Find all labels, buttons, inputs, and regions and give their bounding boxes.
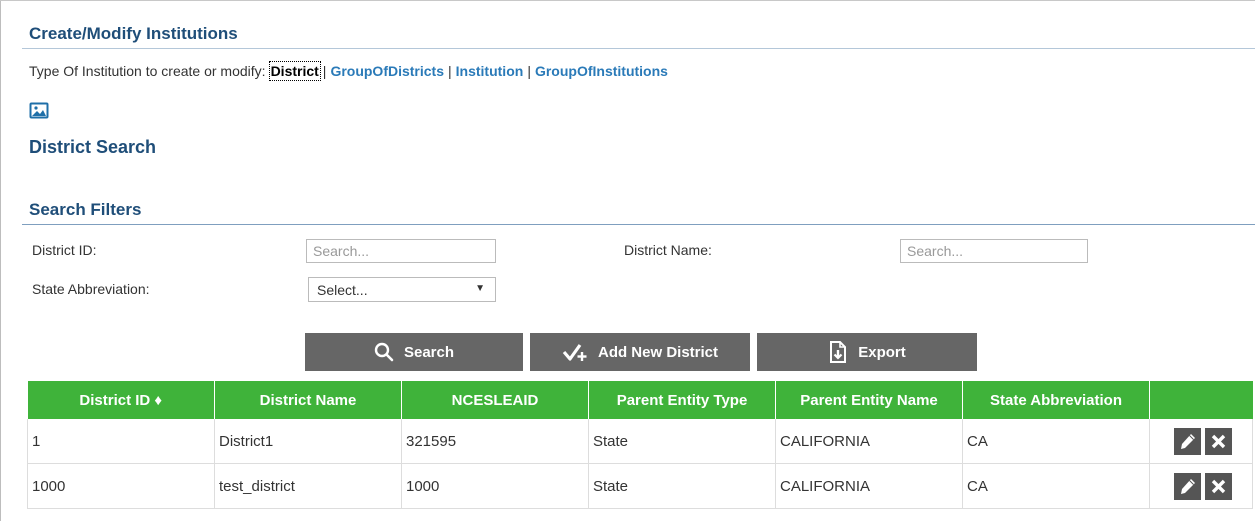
- type-link-groupofinstitutions[interactable]: GroupOfInstitutions: [535, 63, 668, 79]
- delete-button[interactable]: [1205, 427, 1232, 455]
- search-icon: [374, 342, 394, 362]
- page-title: Create/Modify Institutions: [29, 24, 238, 43]
- district-id-input[interactable]: [306, 239, 496, 263]
- table-cell: 1000: [401, 463, 589, 509]
- image-icon: [29, 102, 49, 119]
- chevron-down-icon: ▼: [475, 283, 485, 294]
- table-cell: CALIFORNIA: [775, 419, 963, 464]
- column-header-ncesleaid: NCESLEAID: [401, 381, 589, 419]
- district-name-input[interactable]: [900, 239, 1088, 263]
- column-header-parent-entity-name: Parent Entity Name: [775, 381, 963, 419]
- export-button-label: Export: [858, 343, 906, 361]
- search-button-label: Search: [403, 343, 455, 361]
- table-cell: test_district: [214, 463, 402, 509]
- add-new-district-button[interactable]: Add New District: [530, 333, 750, 371]
- column-header-actions: [1149, 381, 1253, 419]
- column-header-state-abbreviation: State Abbreviation: [962, 381, 1150, 419]
- table-cell: 1: [27, 419, 215, 464]
- type-separator: |: [448, 63, 452, 79]
- district-search-title: District Search: [29, 137, 157, 157]
- title-divider: [22, 48, 1255, 49]
- state-select-value: Select...: [317, 282, 368, 298]
- districts-table: District ID ♦ District Name NCESLEAID Pa…: [27, 381, 1253, 509]
- institution-type-selector: Type Of Institution to create or modify:…: [29, 61, 668, 81]
- search-filters-title: Search Filters: [29, 200, 142, 219]
- row-actions-cell: [1149, 419, 1253, 464]
- edit-button[interactable]: [1174, 427, 1201, 455]
- row-actions: [1154, 427, 1252, 455]
- table-row: 1000 test_district 1000 State CALIFORNIA…: [27, 463, 1253, 509]
- table-row: 1 District1 321595 State CALIFORNIA CA: [27, 419, 1253, 464]
- state-abbreviation-label: State Abbreviation:: [32, 281, 150, 297]
- export-icon: [830, 341, 847, 363]
- column-header-parent-entity-type: Parent Entity Type: [588, 381, 776, 419]
- filters-divider: [22, 224, 1255, 225]
- table-cell: State: [588, 419, 776, 464]
- add-new-district-label: Add New District: [597, 343, 718, 361]
- pencil-icon: [1181, 433, 1195, 449]
- type-link-institution[interactable]: Institution: [456, 63, 524, 79]
- district-name-label: District Name:: [624, 242, 712, 258]
- table-cell: State: [588, 463, 776, 509]
- type-separator: |: [527, 63, 531, 79]
- row-actions: [1154, 472, 1252, 500]
- column-header-district-name: District Name: [214, 381, 402, 419]
- search-button[interactable]: Search: [305, 333, 523, 371]
- table-cell: CALIFORNIA: [775, 463, 963, 509]
- type-link-groupofdistricts[interactable]: GroupOfDistricts: [330, 63, 444, 79]
- close-icon: [1211, 479, 1226, 493]
- close-icon: [1211, 434, 1226, 448]
- state-abbreviation-select[interactable]: Select... ▼: [308, 277, 496, 302]
- pencil-icon: [1181, 478, 1195, 494]
- edit-button[interactable]: [1174, 472, 1201, 500]
- district-id-label: District ID:: [32, 242, 97, 258]
- column-header-district-id[interactable]: District ID ♦: [27, 381, 215, 419]
- table-header-row: District ID ♦ District Name NCESLEAID Pa…: [27, 381, 1253, 419]
- type-separator: |: [322, 63, 327, 79]
- type-prompt: Type Of Institution to create or modify:: [29, 63, 266, 79]
- add-check-icon: [562, 344, 587, 361]
- table-cell: 1000: [27, 463, 215, 509]
- table-cell: 321595: [401, 419, 589, 464]
- frame-left-border: [0, 0, 1, 521]
- table-cell: CA: [962, 463, 1150, 509]
- export-button[interactable]: Export: [757, 333, 977, 371]
- delete-button[interactable]: [1205, 472, 1232, 500]
- type-link-district[interactable]: District: [268, 61, 321, 81]
- frame-top-border: [0, 0, 1255, 1]
- table-cell: District1: [214, 419, 402, 464]
- row-actions-cell: [1149, 463, 1253, 509]
- table-cell: CA: [962, 419, 1150, 464]
